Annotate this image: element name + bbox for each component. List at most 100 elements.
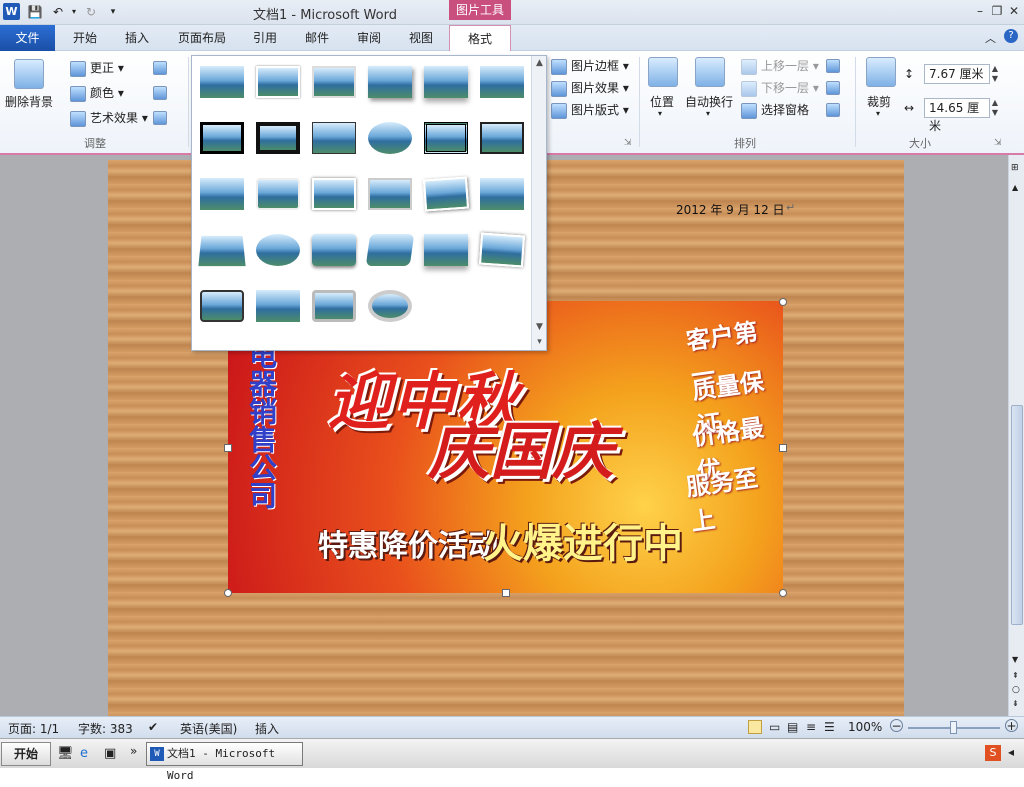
help-icon[interactable]: ? (1004, 29, 1018, 43)
style-thumbnail[interactable] (478, 232, 526, 268)
rotate-icon[interactable] (826, 103, 840, 117)
language-status[interactable]: 英语(美国) (180, 720, 237, 737)
crop-button[interactable]: 裁剪 (867, 93, 891, 110)
remove-background-button[interactable]: 删除背景 (5, 93, 53, 110)
tab-format[interactable]: 格式 (449, 25, 511, 52)
gallery-scrollbar[interactable]: ▲ ▼ ▾ (531, 56, 546, 350)
wrap-text-button[interactable]: 自动换行 (685, 93, 733, 110)
insert-mode-status[interactable]: 插入 (255, 720, 279, 737)
tab-references[interactable]: 引用 (245, 25, 285, 51)
style-thumbnail[interactable] (312, 234, 356, 266)
group-icon[interactable] (826, 81, 840, 95)
style-thumbnail[interactable] (368, 290, 412, 322)
tab-review[interactable]: 审阅 (349, 25, 389, 51)
word-count[interactable]: 字数: 383 (78, 720, 133, 737)
resize-handle[interactable] (224, 444, 232, 452)
width-field[interactable]: 14.65 厘米 (924, 98, 990, 133)
zoom-in-icon[interactable]: + (1005, 719, 1018, 732)
tab-file[interactable]: 文件 (0, 25, 55, 51)
tab-view[interactable]: 视图 (401, 25, 441, 51)
corrections-button[interactable]: 更正 ▾ (70, 59, 124, 77)
selection-pane-button[interactable]: 选择窗格 (741, 101, 809, 119)
align-icon[interactable] (826, 59, 840, 73)
style-thumbnail[interactable] (312, 290, 356, 322)
style-thumbnail[interactable] (198, 235, 246, 267)
scroll-down-icon[interactable]: ▼ (532, 320, 547, 335)
change-picture-icon[interactable] (153, 86, 167, 100)
bring-forward-button[interactable]: 上移一层 ▾ (741, 57, 819, 75)
more-icon[interactable]: ▾ (532, 335, 547, 350)
page-count[interactable]: 页面: 1/1 (8, 720, 59, 737)
restore-icon[interactable]: ❐ (989, 3, 1005, 19)
zoom-slider-thumb[interactable] (950, 721, 957, 734)
draft-view-icon[interactable]: ☰ (824, 720, 835, 734)
scroll-up-icon[interactable]: ▲ (532, 56, 547, 71)
desktop-icon[interactable]: 🖥 (57, 746, 74, 761)
position-button[interactable]: 位置 (650, 93, 674, 110)
browser-icon[interactable]: e (80, 746, 88, 761)
outline-view-icon[interactable]: ≡ (806, 720, 816, 734)
scroll-down-icon[interactable]: ▼ (1012, 655, 1018, 664)
taskbar-word-window[interactable]: W 文档1 - Microsoft Word (146, 742, 303, 782)
print-layout-view-icon[interactable] (748, 720, 762, 734)
compress-pictures-icon[interactable] (153, 61, 167, 75)
style-thumbnail[interactable] (480, 178, 524, 210)
width-spinner[interactable]: ▲ ▼ (989, 98, 1001, 118)
resize-handle[interactable] (779, 444, 787, 452)
style-thumbnail[interactable] (312, 66, 356, 98)
zoom-out-icon[interactable]: − (890, 719, 903, 732)
style-thumbnail[interactable] (256, 290, 300, 322)
close-icon[interactable]: ✕ (1006, 3, 1022, 19)
reset-picture-icon[interactable] (153, 111, 167, 125)
style-thumbnail[interactable] (368, 66, 412, 98)
picture-effects-button[interactable]: 图片效果 ▾ (551, 79, 629, 97)
style-thumbnail[interactable] (256, 234, 300, 266)
height-spinner[interactable]: ▲ ▼ (989, 64, 1001, 84)
style-thumbnail[interactable] (312, 122, 356, 154)
style-thumbnail[interactable] (424, 66, 468, 98)
style-thumbnail[interactable] (422, 176, 470, 212)
style-thumbnail[interactable] (200, 178, 244, 210)
style-thumbnail[interactable] (256, 178, 300, 210)
style-thumbnail[interactable] (256, 122, 300, 154)
tray-expand-icon[interactable]: ◂ (1008, 745, 1014, 759)
style-thumbnail[interactable] (200, 66, 244, 98)
artistic-effects-button[interactable]: 艺术效果 ▾ (70, 109, 148, 127)
minimize-icon[interactable]: – (972, 3, 988, 19)
tab-mailings[interactable]: 邮件 (297, 25, 337, 51)
style-thumbnail[interactable] (424, 122, 468, 154)
dialog-launcher-icon[interactable]: ⇲ (624, 138, 632, 148)
picture-border-button[interactable]: 图片边框 ▾ (551, 57, 629, 75)
tab-insert[interactable]: 插入 (114, 25, 160, 51)
select-browse-object-icon[interactable]: ○ (1012, 685, 1020, 695)
more-quick-launch-icon[interactable]: » (130, 744, 137, 758)
dialog-launcher-icon[interactable]: ⇲ (994, 138, 1002, 148)
scroll-up-icon[interactable]: ▲ (1012, 183, 1018, 192)
media-icon[interactable]: ▣ (104, 746, 116, 761)
previous-page-icon[interactable]: ⇞ (1012, 671, 1019, 680)
style-thumbnail[interactable] (256, 66, 300, 98)
vertical-scrollbar[interactable]: ⊞ ▲ ▼ ⇞ ○ ⇟ (1008, 155, 1024, 716)
proofing-icon[interactable]: ✔ (148, 720, 158, 734)
style-thumbnail[interactable] (365, 234, 415, 266)
height-field[interactable]: 7.67 厘米 (924, 64, 990, 84)
resize-handle[interactable] (779, 589, 787, 597)
tray-app-icon[interactable]: S (985, 745, 1001, 761)
style-thumbnail[interactable] (312, 178, 356, 210)
tab-page-layout[interactable]: 页面布局 (172, 25, 232, 51)
style-thumbnail[interactable] (200, 290, 244, 322)
start-button[interactable]: 开始 (1, 742, 51, 766)
resize-handle[interactable] (779, 298, 787, 306)
resize-handle[interactable] (502, 589, 510, 597)
web-layout-view-icon[interactable]: ▤ (787, 720, 798, 734)
picture-layout-button[interactable]: 图片版式 ▾ (551, 101, 629, 119)
full-screen-view-icon[interactable]: ▭ (769, 720, 780, 734)
zoom-level[interactable]: 100% (848, 720, 882, 734)
scroll-thumb[interactable] (1011, 405, 1023, 625)
style-thumbnail[interactable] (480, 122, 524, 154)
resize-handle[interactable] (224, 589, 232, 597)
style-thumbnail[interactable] (368, 122, 412, 154)
ruler-toggle-icon[interactable]: ⊞ (1011, 163, 1019, 173)
next-page-icon[interactable]: ⇟ (1012, 699, 1019, 708)
style-thumbnail[interactable] (200, 122, 244, 154)
